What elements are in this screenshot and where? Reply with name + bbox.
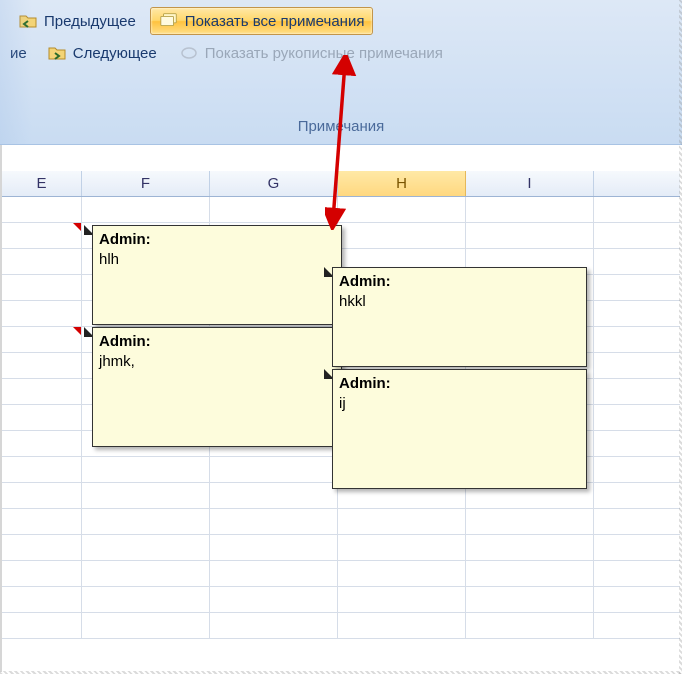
comment-marker[interactable] <box>73 223 81 231</box>
show-ink-button: Показать рукописные примечания <box>171 40 451 66</box>
comment-text: jhmk, <box>99 353 135 370</box>
prev-comment-button[interactable]: Предыдущее <box>10 8 144 34</box>
ribbon: Предыдущее Показать все примечания ие Сл… <box>0 0 682 145</box>
comment-box[interactable]: Admin: hlh <box>92 225 342 325</box>
comments-stack-icon <box>159 11 179 31</box>
comment-author: Admin: <box>99 332 335 352</box>
ink-label: Показать рукописные примечания <box>205 45 443 62</box>
comment-author: Admin: <box>339 374 580 394</box>
next-comment-button[interactable]: Следующее <box>39 40 165 66</box>
column-headers: E F G H I <box>2 171 680 197</box>
comment-author: Admin: <box>99 230 335 250</box>
col-header[interactable]: F <box>82 171 210 196</box>
col-header[interactable]: E <box>2 171 82 196</box>
prev-label: Предыдущее <box>44 13 136 30</box>
worksheet[interactable]: E F G H I Admin: hlh Admin: jhmk, <box>0 145 680 672</box>
col-header[interactable]: I <box>466 171 594 196</box>
comment-box[interactable]: Admin: jhmk, <box>92 327 342 447</box>
col-header[interactable]: G <box>210 171 338 196</box>
grid[interactable]: Admin: hlh Admin: jhmk, Admin: hkkl Admi… <box>2 197 680 639</box>
tab-fragment: ие <box>10 45 27 62</box>
ribbon-group-label: Примечания <box>0 116 682 138</box>
next-label: Следующее <box>73 45 157 62</box>
ink-icon <box>179 43 199 63</box>
comment-text: ij <box>339 395 346 412</box>
comment-text: hkkl <box>339 293 366 310</box>
folder-next-icon <box>47 43 67 63</box>
comment-author: Admin: <box>339 272 580 292</box>
comment-box[interactable]: Admin: ij <box>332 369 587 489</box>
col-header-selected[interactable]: H <box>338 171 466 196</box>
comment-marker[interactable] <box>73 327 81 335</box>
comment-box[interactable]: Admin: hkkl <box>332 267 587 367</box>
folder-prev-icon <box>18 11 38 31</box>
show-all-comments-button[interactable]: Показать все примечания <box>150 7 374 35</box>
show-all-label: Показать все примечания <box>185 13 365 30</box>
comment-text: hlh <box>99 251 119 268</box>
